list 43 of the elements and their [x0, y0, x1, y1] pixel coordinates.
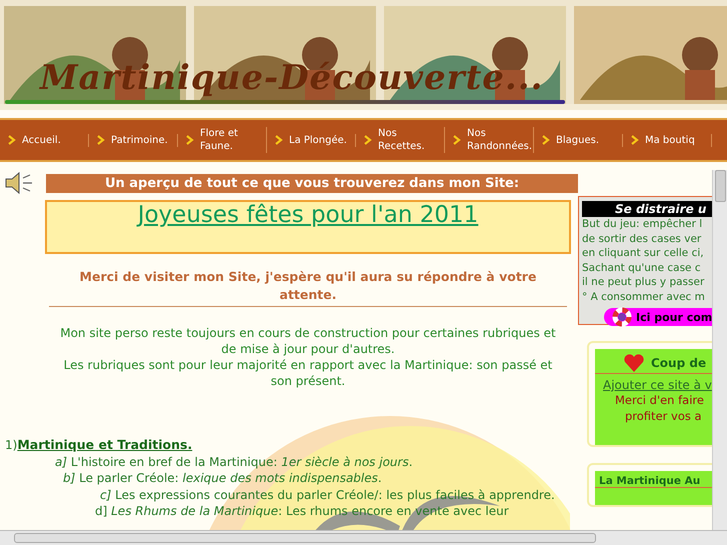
bookmark-link[interactable]: Ajouter ce site à v — [595, 378, 712, 392]
vertical-scrollbar[interactable] — [712, 170, 727, 530]
game-text: Sachant qu'une case c — [582, 260, 702, 275]
topic-text: a] L'histoire en bref de la Martinique: 1er siècle à nos jours. — [54, 454, 414, 470]
chevron-icon — [364, 135, 372, 145]
section-heading: Un aperçu de tout ce que vous trouverez dans mon Site: — [46, 174, 578, 192]
nav-link[interactable]: Nos Recettes. — [356, 127, 445, 153]
intro-text: Mon site perso reste toujours en cours de construction pour certaines rubriques et de mise à jour pour d'autres. — [59, 325, 557, 357]
topic-text: c] Les expressions courantes du parler Créole/: les plus faciles à apprendre. — [99, 486, 556, 503]
nav-link[interactable]: Patrimoine. — [89, 134, 178, 146]
game-text: But du jeu: empêcher l — [582, 217, 704, 232]
panel-title: Coup de — [651, 356, 706, 370]
nav-link[interactable]: Blagues. — [534, 134, 623, 146]
topic-text: b] Le parler Créole: lexique des mots indispensables. — [62, 470, 383, 486]
chevron-icon — [186, 135, 194, 145]
nav-link[interactable]: Ma boutiq — [623, 134, 712, 146]
game-text: il ne peut plus y passer — [582, 275, 706, 290]
chevron-icon — [8, 135, 16, 145]
section-number: 1) — [5, 438, 18, 452]
greeting-link[interactable]: Joyeuses fêtes pour l'an 2011 — [138, 202, 478, 228]
game-text: ° A consommer avec m — [582, 290, 706, 304]
chevron-icon — [97, 135, 105, 145]
speaker-icon[interactable] — [4, 170, 34, 196]
nav-link[interactable]: Nos Randonnées. — [445, 127, 534, 153]
heart-icon — [623, 353, 645, 373]
lifebuoy-icon — [612, 307, 632, 327]
chevron-icon — [453, 135, 461, 145]
play-button[interactable]: Ici pour com — [604, 308, 712, 326]
favorite-text: Merci d'en faire — [614, 392, 705, 408]
game-text: de sortir des cases ver — [582, 232, 702, 246]
section-link[interactable]: Martinique et Traditions. — [17, 437, 192, 452]
nav-link[interactable]: La Plongée. — [267, 134, 356, 146]
favorite-text: profiter vos a — [624, 408, 703, 424]
horizontal-scrollbar[interactable] — [0, 530, 727, 545]
chevron-icon — [631, 135, 639, 145]
chevron-icon — [275, 135, 283, 145]
panel-title: Se distraire u — [582, 201, 712, 217]
chevron-icon — [542, 135, 550, 145]
thanks-text: Merci de visiter mon Site, j'espère qu'il aura su répondre à votre attente. — [49, 268, 567, 307]
game-text: en cliquant sur celle ci, — [582, 246, 705, 260]
nav-link[interactable]: Accueil. — [0, 134, 89, 146]
intro-text: Les rubriques sont pour leur majorité en rapport avec la Martinique: son passé et son présent. — [62, 357, 554, 389]
nav-link[interactable]: Flore et Faune. — [178, 127, 267, 153]
